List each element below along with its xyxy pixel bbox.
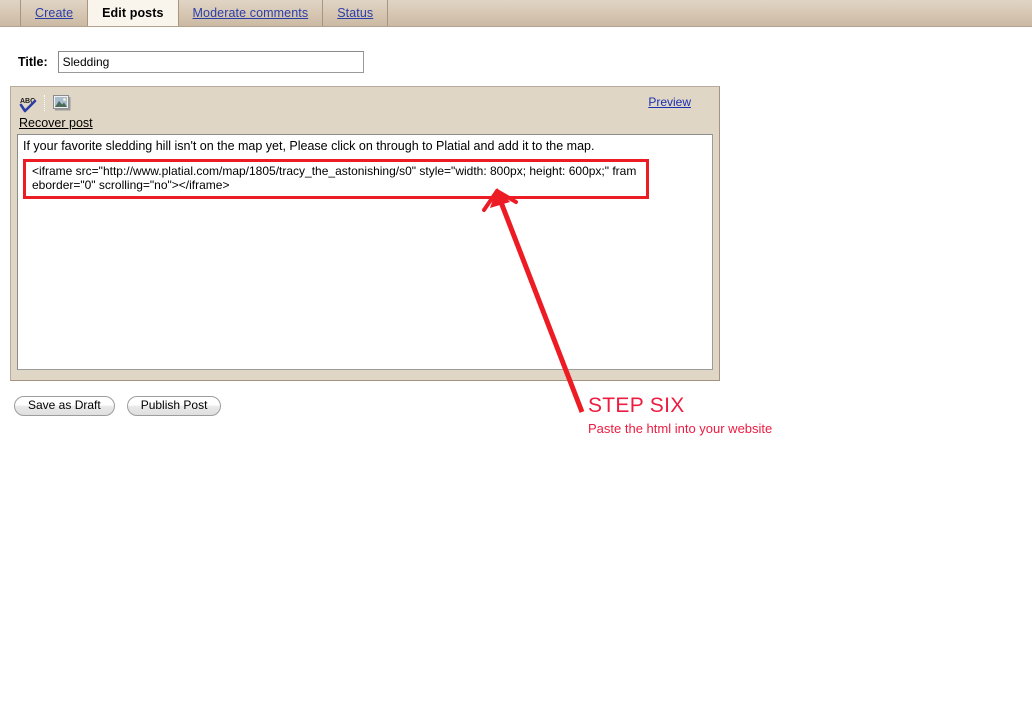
title-label: Title:: [18, 55, 48, 69]
toolbar-separator: [44, 95, 46, 111]
tab-moderate-comments-label: Moderate comments: [192, 6, 309, 20]
tab-status[interactable]: Status: [323, 0, 389, 26]
tab-moderate-comments[interactable]: Moderate comments: [179, 0, 324, 26]
annotation-text-block: STEP SIX Paste the html into your websit…: [588, 394, 772, 437]
post-body-text: If your favorite sledding hill isn't on …: [23, 139, 595, 153]
tab-edit-posts-label: Edit posts: [102, 6, 164, 20]
post-editor-panel: ABC Preview Recover post If your favorit…: [10, 86, 720, 381]
editor-toolbar: ABC Preview: [17, 92, 713, 114]
tab-list: Create Edit posts Moderate comments Stat…: [0, 0, 1032, 26]
insert-image-icon[interactable]: [51, 93, 73, 113]
save-as-draft-button[interactable]: Save as Draft: [14, 396, 115, 416]
post-body-textarea[interactable]: If your favorite sledding hill isn't on …: [17, 134, 713, 370]
title-input[interactable]: [57, 51, 364, 73]
title-row: Title:: [18, 51, 364, 73]
abc-spellcheck-icon[interactable]: ABC: [17, 93, 39, 113]
tab-create[interactable]: Create: [20, 0, 89, 26]
top-tab-bar: Create Edit posts Moderate comments Stat…: [0, 0, 1032, 27]
publish-post-button[interactable]: Publish Post: [126, 396, 222, 416]
editor-action-buttons: Save as Draft Publish Post: [14, 396, 222, 416]
embed-code-highlighted: <iframe src="http://www.platial.com/map/…: [23, 159, 649, 199]
annotation-step-subtitle: Paste the html into your website: [588, 421, 773, 436]
preview-link[interactable]: Preview: [648, 95, 691, 109]
annotation-step-title: STEP SIX: [588, 394, 685, 417]
tab-edit-posts[interactable]: Edit posts: [88, 0, 179, 26]
tab-status-label: Status: [337, 6, 374, 20]
tab-create-label: Create: [35, 6, 74, 20]
recover-post-link[interactable]: Recover post: [19, 116, 93, 130]
